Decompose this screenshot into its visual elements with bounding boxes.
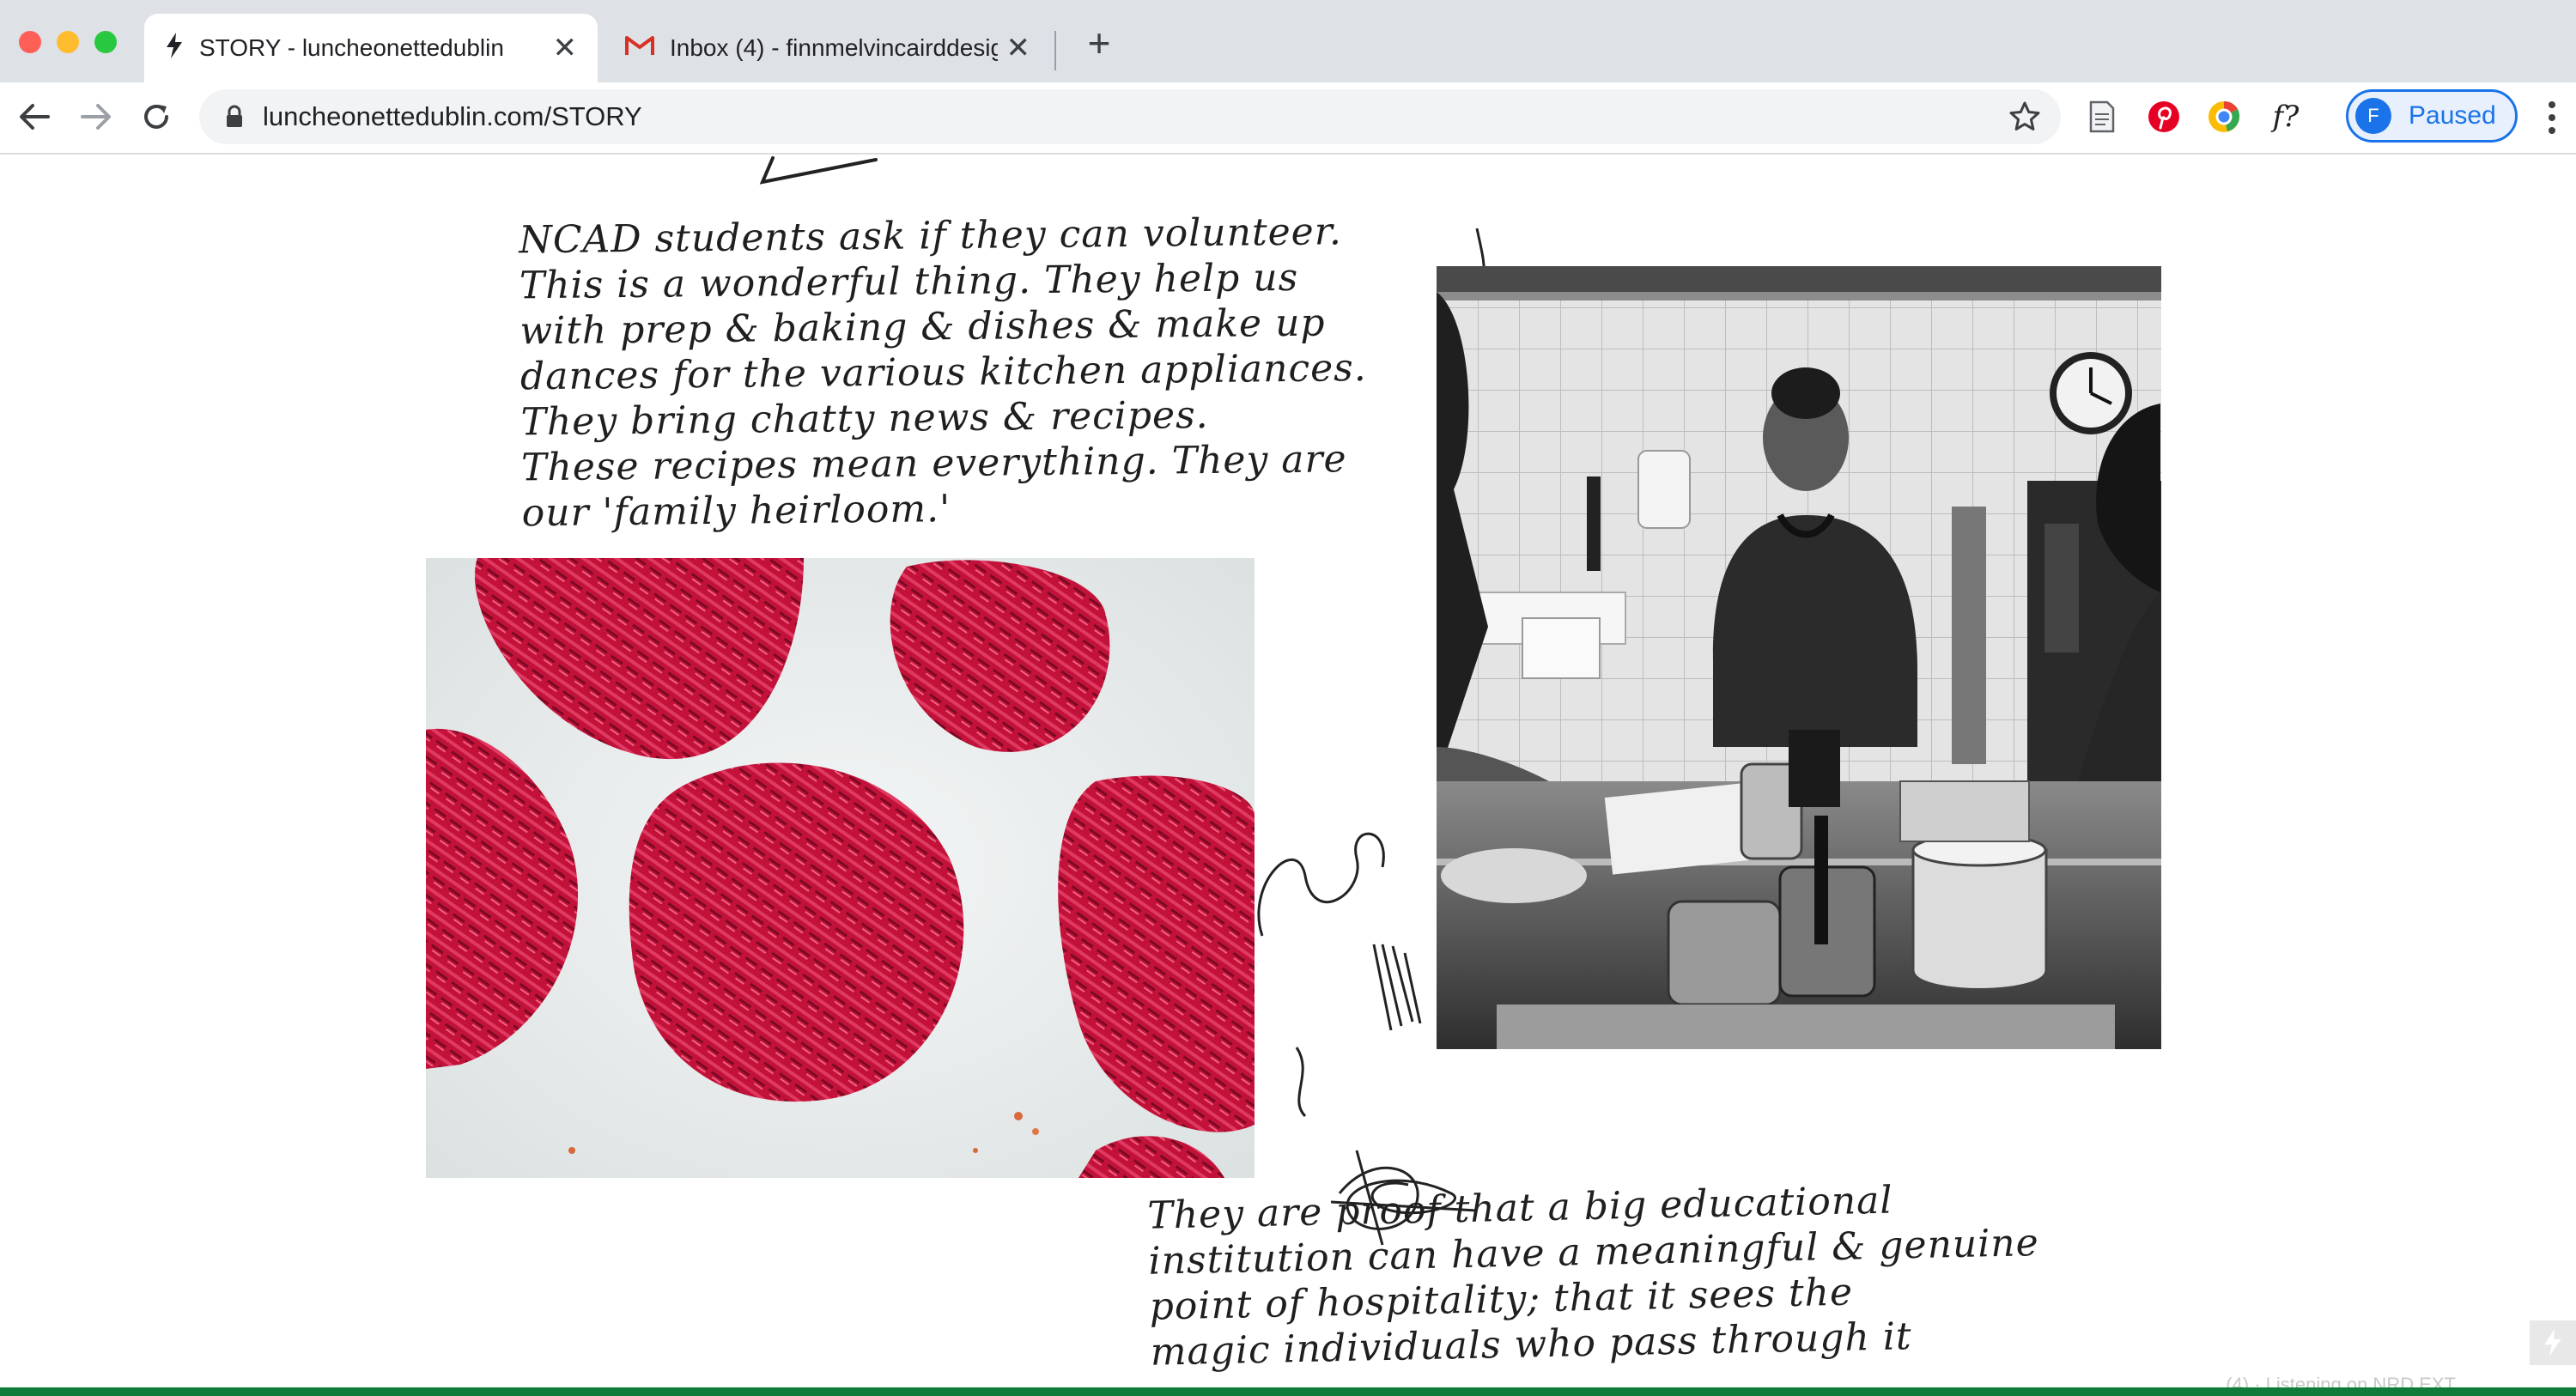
tab-strip: STORY - luncheonettedublin ✕ Inbox (4) -… [0,0,2576,82]
browser-toolbar: luncheonettedublin.com/STORY f? F Paused [0,82,2576,155]
beetroot-fritters-photo [426,558,1255,1178]
chrome-extension-icon[interactable] [2205,98,2243,136]
tab-title: STORY - luncheonettedublin [199,34,504,61]
back-button[interactable] [12,94,57,139]
whatfont-label: f? [2272,100,2300,134]
maximize-window-button[interactable] [94,31,117,53]
new-tab-button[interactable]: + [1077,21,1121,65]
reader-icon[interactable] [2083,98,2121,136]
close-window-button[interactable] [19,31,41,53]
gmail-icon [625,34,654,63]
close-tab-icon[interactable]: ✕ [1006,31,1031,65]
handwritten-note-bottom: They are proof that a big educational in… [1146,1178,2040,1375]
tab-inbox[interactable]: Inbox (4) - finnmelvincairddesign ✕ [605,14,1051,82]
tab-title: Inbox (4) - finnmelvincairddesign [670,34,998,61]
minimize-window-button[interactable] [57,31,79,53]
tab-story[interactable]: STORY - luncheonettedublin ✕ [144,14,598,82]
bolt-icon [165,32,184,64]
footer-bar [0,1387,2576,1396]
back-arrow-icon [20,104,50,130]
story-page: NCAD students ask if they can volunteer.… [0,155,2576,1396]
scribble-decoration [759,156,878,185]
tab-separator [1054,31,1056,70]
profile-button[interactable]: F Paused [2346,89,2518,143]
lock-icon [225,105,244,133]
close-tab-icon[interactable]: ✕ [553,31,578,65]
bolt-icon[interactable] [2530,1320,2576,1365]
address-bar[interactable]: luncheonettedublin.com/STORY [199,89,2061,144]
url-text: luncheonettedublin.com/STORY [263,101,642,131]
reload-button[interactable] [134,94,179,139]
handwritten-note-top: NCAD students ask if they can volunteer.… [519,209,1367,536]
forward-arrow-icon [81,104,111,130]
whatfont-icon[interactable]: f? [2267,98,2305,136]
avatar: F [2355,98,2391,134]
pinterest-icon[interactable] [2145,98,2183,136]
reload-icon [144,104,168,129]
bookmark-star-icon[interactable] [2008,100,2042,138]
browser-menu-icon[interactable] [2543,98,2561,137]
profile-status: Paused [2409,101,2496,130]
kitchen-volunteers-photo [1437,266,2161,1049]
forward-button[interactable] [74,94,118,139]
